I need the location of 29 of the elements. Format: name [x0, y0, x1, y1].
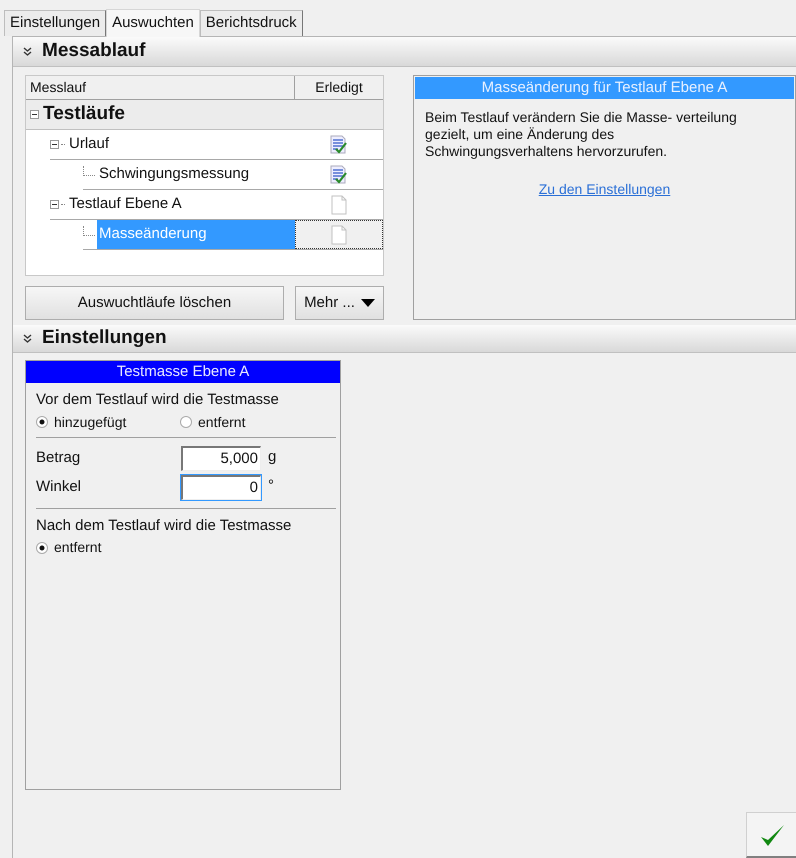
tab[interactable]: Einstellungen — [4, 10, 106, 36]
settings-link[interactable]: Zu den Einstellungen — [538, 179, 670, 200]
card-title: Testmasse Ebene A — [26, 361, 340, 383]
info-text: Beim Testlauf verändern Sie die Masse- verteilung gezielt, um eine Änderung des Schwingungsverhaltens hervorzurufen. — [424, 108, 738, 160]
tree-item[interactable]: Urlauf — [67, 130, 295, 159]
radio-option[interactable]: hinzugefügt — [36, 412, 170, 432]
group-label: Nach dem Testlauf wird die Testmasse — [36, 516, 292, 536]
input-field[interactable]: 5,000 — [181, 446, 261, 470]
field-label: Winkel — [36, 476, 82, 497]
unit-label: g — [268, 446, 276, 466]
tab[interactable]: Berichtsdruck — [200, 10, 303, 36]
tree-item[interactable]: Testlauf Ebene A — [67, 190, 295, 219]
info-title: Masseänderung für Testlauf Ebene A — [415, 77, 794, 99]
group-label: Vor dem Testlauf wird die Testmasse — [36, 390, 280, 410]
field-label: Betrag — [36, 448, 82, 468]
column-header[interactable]: Messlauf — [26, 76, 295, 99]
delete-button[interactable]: Auswuchtläufe löschen — [25, 286, 284, 320]
radio-option[interactable]: entfernt — [180, 412, 246, 432]
section-header[interactable]: Messablauf — [13, 37, 796, 67]
column-header[interactable]: Erledigt — [295, 76, 383, 99]
caret-icon — [360, 299, 375, 307]
radio-option[interactable]: entfernt — [36, 537, 330, 558]
ok-button[interactable] — [746, 812, 796, 858]
input-field[interactable]: 0 — [181, 474, 261, 500]
dropdown-button[interactable]: Mehr ... — [295, 286, 384, 320]
section-header[interactable]: Einstellungen — [13, 325, 796, 353]
unit-label: ° — [268, 476, 274, 496]
tree-item[interactable]: Schwingungsmessung — [97, 160, 295, 189]
tab[interactable]: Auswuchten — [106, 9, 200, 37]
